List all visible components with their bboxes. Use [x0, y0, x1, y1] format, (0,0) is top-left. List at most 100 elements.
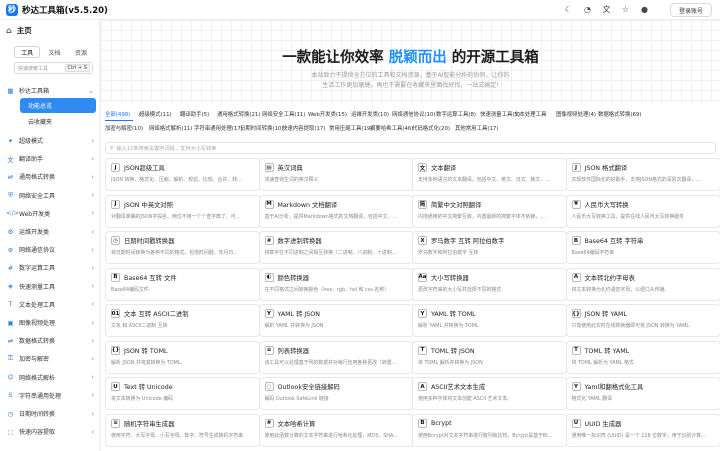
sidebar-item[interactable]: # 数字运算工具 ›	[6, 259, 94, 276]
category-tab[interactable]: 翻译助手(5)	[180, 110, 209, 118]
sidebar-item[interactable]: ◈ 快速测量工具 ›	[6, 278, 94, 295]
tool-filter-input[interactable]: ⌕ 输入12条搜索关键字词组，支持大小写转换	[105, 142, 716, 154]
category-tab[interactable]: 加密与解密(10)	[105, 124, 143, 132]
category-tab[interactable]: 超级模式(11)	[139, 110, 172, 118]
tool-card[interactable]: T TOML 转 JSON 将 TOML 解析并转换为 JSON	[412, 340, 567, 374]
tool-card[interactable]: Y YAML 转 TOML 解析 YAML 并转换为 TOML	[412, 304, 567, 337]
tool-card[interactable]: # 数字进制转换器 将数字在不同进制之间相互转换（二进制、八进制、十进制...	[258, 231, 414, 264]
tool-card[interactable]: B Base64 互转 字符串 Base64编码字符串	[565, 231, 720, 264]
category-tab[interactable]: 摘要哈希工具(46)	[370, 124, 413, 132]
tool-card[interactable]: M Markdown 文档翻译 基于AI分析，提供Markdown格式的文档翻译，包…	[258, 194, 414, 228]
category-tab[interactable]: 数字运算工具(8)	[436, 110, 476, 118]
paint-icon[interactable]: ◔	[582, 4, 593, 15]
sidebar-item[interactable]: ✦ 超级模式 ›	[6, 132, 94, 149]
category-tab[interactable]: 网络通信协议(10)	[392, 110, 435, 118]
sidebar-item[interactable]: 文翻译助手 ›	[6, 150, 94, 167]
tool-card[interactable]: B Bcrypt 使用Bcrypt对文本字符串进行散列和比较，Bcrypt是基于Bl…	[412, 413, 567, 447]
category-tab[interactable]: 常用压缩工具(19)	[329, 124, 372, 132]
sidebar-item[interactable]: ⚙ 运维开发类 ›	[6, 223, 94, 240]
sidebar-item-label: 超级模式	[19, 138, 44, 145]
sidebar-item-icon: ◈	[8, 282, 13, 291]
moon-icon[interactable]: ☾	[563, 4, 574, 15]
tool-card-title: J JSON超级工具	[111, 163, 254, 172]
sidebar-item[interactable]: </> Web开发类 ›	[6, 205, 94, 222]
sidebar-item[interactable]: ▣ 图像视频处理 ›	[6, 314, 94, 331]
sidebar-item[interactable]: ⛨ 网络安全工具 ›	[6, 187, 94, 204]
sidebar-item[interactable]: ⌬ 网络格式解析 ›	[6, 369, 94, 386]
tool-card[interactable]: 简简繁中文对照翻译 内地通用的中文简繁互转，内置最新的简繁字体不依赖，...	[412, 194, 567, 228]
sidebar-item[interactable]: T 文本处理工具 ›	[6, 296, 95, 313]
category-tab[interactable]: 其他常用工具(17)	[455, 124, 498, 132]
tool-card[interactable]: J JSON超级工具 JSON 转换、格式化、压缩、解析、校验、比较、合并、转...	[105, 158, 260, 191]
sidebar-item[interactable]: ⬚ 快速内容提取 ›	[6, 423, 94, 440]
login-button[interactable]: 登录账号	[670, 3, 712, 17]
tool-title-text: Base64 互转 文件	[124, 274, 177, 282]
tool-card[interactable]: J JSON 中英文对照 对翻译准确的JSON字段名、两位不用一个个查字典了、可..…	[105, 194, 260, 228]
category-tab[interactable]: 代码格式化(20)	[412, 124, 450, 132]
tool-card[interactable]: X 罗马数字 互转 阿拉伯数字 罗马数字和阿拉伯数字 互转	[412, 231, 567, 264]
tool-card[interactable]: ◌ Outlook安全链接解码 解码 Outlook SafeLink 链接	[258, 377, 414, 410]
tool-card-description: 人民币大写转换工具，提供在线人民币大写转换服务	[571, 213, 685, 220]
tool-card[interactable]: ◐ 颜色转换器 在不同格式之间转换颜色（hex、rgb、hsl 和 css 名称）	[258, 267, 414, 301]
tool-card-title: M Markdown 文档翻译	[264, 199, 408, 209]
tool-card[interactable]: {} JSON 转 YAML 只需使用此实时在线转换器即可将 JSON 转换为 YA…	[565, 304, 720, 337]
sidebar-item-label: 网络格式解析	[19, 374, 56, 382]
tool-card[interactable]: 文文本翻译 支持多种语言的文本翻译，包括中文、英文、日文、韩文、...	[412, 158, 567, 191]
sidebar-tab-resources[interactable]: 资源	[69, 46, 93, 58]
category-tab[interactable]: 图像视频处理(4)	[556, 110, 596, 118]
tool-card[interactable]: Y YAML 转 JSON 解析 YAML 并转换为 JSON	[258, 304, 414, 337]
tool-card[interactable]: ≡ 列表转换器 该工具可以处理基于列的数据并对每行应用各种更改（转置...	[258, 340, 414, 374]
tool-card-description: 使用此函数计算的文本字符串进行哈希化处理，MD5、SHA...	[264, 432, 398, 439]
sidebar-item[interactable]: ⇌ 数据格式转换 ›	[6, 332, 94, 349]
category-tab[interactable]: 网络格式解析(11)	[149, 124, 192, 132]
sidebar-item[interactable]: ⚿ 加密与解密 ›	[6, 350, 94, 367]
tool-card[interactable]: Y Yaml和翻格式化工具 格式化 YAML 翻译	[565, 377, 720, 410]
sidebar-tab-docs[interactable]: 文档	[42, 46, 66, 58]
tool-card[interactable]: A ASCII艺术文本生成 使用多种字体将文本创建 ASCII 艺术文本。	[412, 377, 567, 410]
tool-card[interactable]: J JSON 格式翻译 实现软件国际化的好助手，支持JSON格式的深层次翻译，...	[565, 158, 720, 191]
category-tab[interactable]: Web开发类(15)	[308, 110, 347, 118]
tool-card[interactable]: B Base64 互转 文件 Base64编码文件	[105, 267, 260, 301]
chevron-down-icon: ⌄	[88, 86, 94, 95]
chevron-right-icon: ›	[91, 136, 94, 145]
category-tab[interactable]: 网络安全工具(11)	[262, 110, 305, 118]
tool-card[interactable]: # 文本哈希计算 使用此函数计算的文本字符串进行哈希化处理，MD5、SHA...	[258, 413, 414, 447]
tool-card[interactable]: U Text 转 Unicode 将文本转换为 Unicode 编码	[105, 377, 260, 410]
tool-card[interactable]: {} JSON 转 TOML 解析 JSON 并将其转换为 TOML。	[105, 340, 260, 374]
category-tab[interactable]: 通用格式转换(21)	[217, 110, 260, 118]
sidebar-tab-tools[interactable]: 工具	[14, 46, 41, 58]
sidebar-item[interactable]: ◷ 日期时间转换 ›	[6, 405, 94, 422]
hero-headline: 一款能让你效率 脱颖而出 的开源工具箱	[101, 46, 720, 67]
sidebar-item-icon: ⛨	[8, 190, 13, 199]
tool-card-description: 将日期时间转换为各种不同的格式，包括时间戳、年月日...	[111, 250, 238, 256]
category-tab[interactable]: 数据格式转换(69)	[598, 110, 641, 118]
category-tab[interactable]: 运维开发类(10)	[351, 110, 389, 118]
sidebar-item[interactable]: ⊕ 网络通信协议 ›	[6, 241, 94, 258]
category-tab[interactable]: 文本处理工具	[514, 110, 546, 118]
tool-card[interactable]: U UUID 生成器 通用唯一标识符 (UUID) 是一个 128 位数字，用于识别…	[565, 413, 720, 447]
tool-card[interactable]: Aa 大小写转换器 更改字符串的大小写并选择不同的格式	[412, 267, 567, 301]
tool-card[interactable]: ▤ 英汉词典 快速查询生词的英汉释义	[258, 158, 414, 191]
tool-card[interactable]: T TOML 转 YAML 将 TOML 解析为 YAML 格式	[565, 340, 720, 374]
sidebar-item[interactable]: S 字符串通用处理 ›	[6, 387, 94, 404]
tool-card[interactable]: 01 文本 互转 ASCII二进制 文本 和 ASCII二进制 互转	[105, 304, 260, 337]
star-icon[interactable]: ☆	[620, 4, 631, 15]
sidebar-sub-overview[interactable]: 功能总览	[20, 98, 96, 113]
category-tab[interactable]: 字符串通用处理(17)	[194, 124, 243, 132]
sidebar-sub-cloud-favorites[interactable]: 云收藏夹	[20, 114, 96, 129]
tool-icon: ◌	[264, 382, 274, 391]
tool-card[interactable]: ≋ 随机字符串生成器 使用字符、大写字母、小写字母、数字、符号生成随机字符串	[105, 413, 260, 447]
tool-card[interactable]: ¥ 人民币大写转换 人民币大写转换工具，提供在线人民币大写转换服务	[565, 194, 720, 228]
tool-card[interactable]: ◷ 日期时间戳转换器 将日期时间转换为各种不同的格式，包括时间戳、年月日...	[105, 231, 260, 264]
sidebar-item[interactable]: ⇄ 通用格式转换 ›	[6, 168, 94, 185]
tool-card[interactable]: A 文本转北约字母表 将文本转换为北约语音字母，以便口头传播。	[565, 267, 720, 301]
category-tab[interactable]: 全部(498)	[105, 110, 130, 118]
tool-title-text: 文本转北约字母表	[584, 274, 635, 282]
sidebar-search-input[interactable]: 快速搜索工具 Ctrl + S	[14, 62, 93, 74]
translate-icon[interactable]: 文	[601, 4, 612, 15]
sidebar-section-miaoda[interactable]: ▦ 秒达工具箱 ⌄	[6, 82, 94, 99]
category-tab[interactable]: 快速内容提取(17)	[282, 124, 325, 132]
category-tab[interactable]: 日期时间转换(10)	[240, 124, 283, 132]
home-nav[interactable]: ⌂ 主页	[0, 20, 99, 40]
github-icon[interactable]: ●	[639, 4, 650, 15]
